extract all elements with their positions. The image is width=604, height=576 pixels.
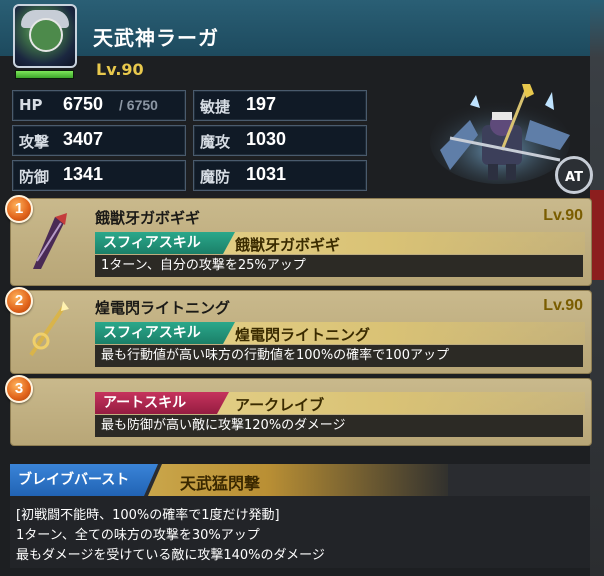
skill-number-3: 3 <box>5 375 33 403</box>
sphere-skill-tag-1: スフィアスキル <box>95 232 235 254</box>
stat-mdef: 魔防 1031 <box>193 160 367 191</box>
stat-agi: 敏捷 197 <box>193 90 367 121</box>
skill-panel-2[interactable]: 2 煌電閃ライトニング Lv.90 スフィアスキル 煌電閃ライトニング 最も行動… <box>5 287 592 374</box>
stat-agi-value: 197 <box>246 94 277 114</box>
stat-matk-value: 1030 <box>246 129 287 149</box>
skill-title-1: 餓獣牙ガボギギ <box>95 209 201 227</box>
skill-tag-row-3: アートスキル アークレイブ <box>95 392 585 414</box>
brave-burst-description: [初戦闘不能時、100%の確率で1度だけ発動] 1ターン、全ての味方の攻撃を30… <box>10 496 590 568</box>
skill-tag-name-1: 餓獣牙ガボギギ <box>235 236 341 254</box>
brave-burst-header: ブレイブバースト 天武猛閃撃 <box>10 464 590 496</box>
skill-tag-name-3: アークレイブ <box>235 396 325 414</box>
portrait-face <box>29 18 63 52</box>
skill-level-2: Lv.90 <box>543 297 583 314</box>
skill-panel-1[interactable]: 1 餓獣牙ガボギギ Lv.90 スフィアスキル 餓獣牙ガボギギ 1ターン、自分の… <box>5 195 592 286</box>
stat-atk-value: 3407 <box>63 129 104 149</box>
unit-level: Lv.90 <box>96 60 144 79</box>
skill-desc-1: 1ターン、自分の攻撃を25%アップ <box>95 255 583 277</box>
auto-target-button[interactable]: AT <box>555 156 593 194</box>
unit-portrait[interactable] <box>13 4 77 68</box>
stat-mdef-label: 魔防 <box>200 168 231 186</box>
stat-hp: HP 6750 / 6750 <box>12 90 186 121</box>
skill-tag-name-2: 煌電閃ライトニング <box>235 326 371 344</box>
side-strip <box>590 0 604 576</box>
skill-level-1: Lv.90 <box>543 207 583 224</box>
stat-def-label: 防御 <box>19 168 50 186</box>
header-band <box>0 0 604 56</box>
stat-hp-max: / 6750 <box>119 97 158 113</box>
stat-def-value: 1341 <box>63 164 104 184</box>
sphere-skill-tag-2: スフィアスキル <box>95 322 235 344</box>
stat-matk: 魔攻 1030 <box>193 125 367 156</box>
hp-bar <box>15 70 74 79</box>
brave-burst-name: 天武猛閃撃 <box>180 474 261 493</box>
side-strip-accent <box>590 190 604 280</box>
brave-burst-line-3: 最もダメージを受けている敵に攻撃140%のダメージ <box>16 548 325 563</box>
brave-burst-line-1: [初戦闘不能時、100%の確率で1度だけ発動] <box>16 508 280 523</box>
weapon-spear-icon <box>29 301 69 357</box>
skill-tag-row-2: スフィアスキル 煌電閃ライトニング <box>95 322 585 344</box>
unit-detail-screen: 天武神ラーガ Lv.90 HP 6750 / 6750 敏捷 197 攻撃 34… <box>0 0 604 576</box>
stat-hp-label: HP <box>19 96 43 114</box>
weapon-claw-icon <box>33 213 67 269</box>
art-skill-tag: アートスキル <box>95 392 229 414</box>
brave-burst-line-2: 1ターン、全ての味方の攻撃を30%アップ <box>16 528 260 543</box>
unit-name: 天武神ラーガ <box>93 26 219 50</box>
skill-desc-3: 最も防御が高い敵に攻撃120%のダメージ <box>95 415 583 437</box>
stat-atk: 攻撃 3407 <box>12 125 186 156</box>
skill-panel-3[interactable]: 3 アートスキル アークレイブ 最も防御が高い敵に攻撃120%のダメージ <box>5 375 592 446</box>
hp-bar-fill <box>16 71 73 78</box>
stat-mdef-value: 1031 <box>246 164 287 184</box>
skill-tag-row-1: スフィアスキル 餓獣牙ガボギギ <box>95 232 585 254</box>
skill-desc-2: 最も行動値が高い味方の行動値を100%の確率で100アップ <box>95 345 583 367</box>
stat-atk-label: 攻撃 <box>19 133 50 151</box>
stat-matk-label: 魔攻 <box>200 133 231 151</box>
stat-agi-label: 敏捷 <box>200 98 231 116</box>
stat-def: 防御 1341 <box>12 160 186 191</box>
skill-title-2: 煌電閃ライトニング <box>95 299 231 317</box>
stat-hp-value: 6750 <box>63 94 104 114</box>
brave-burst-tag: ブレイブバースト <box>10 464 158 496</box>
